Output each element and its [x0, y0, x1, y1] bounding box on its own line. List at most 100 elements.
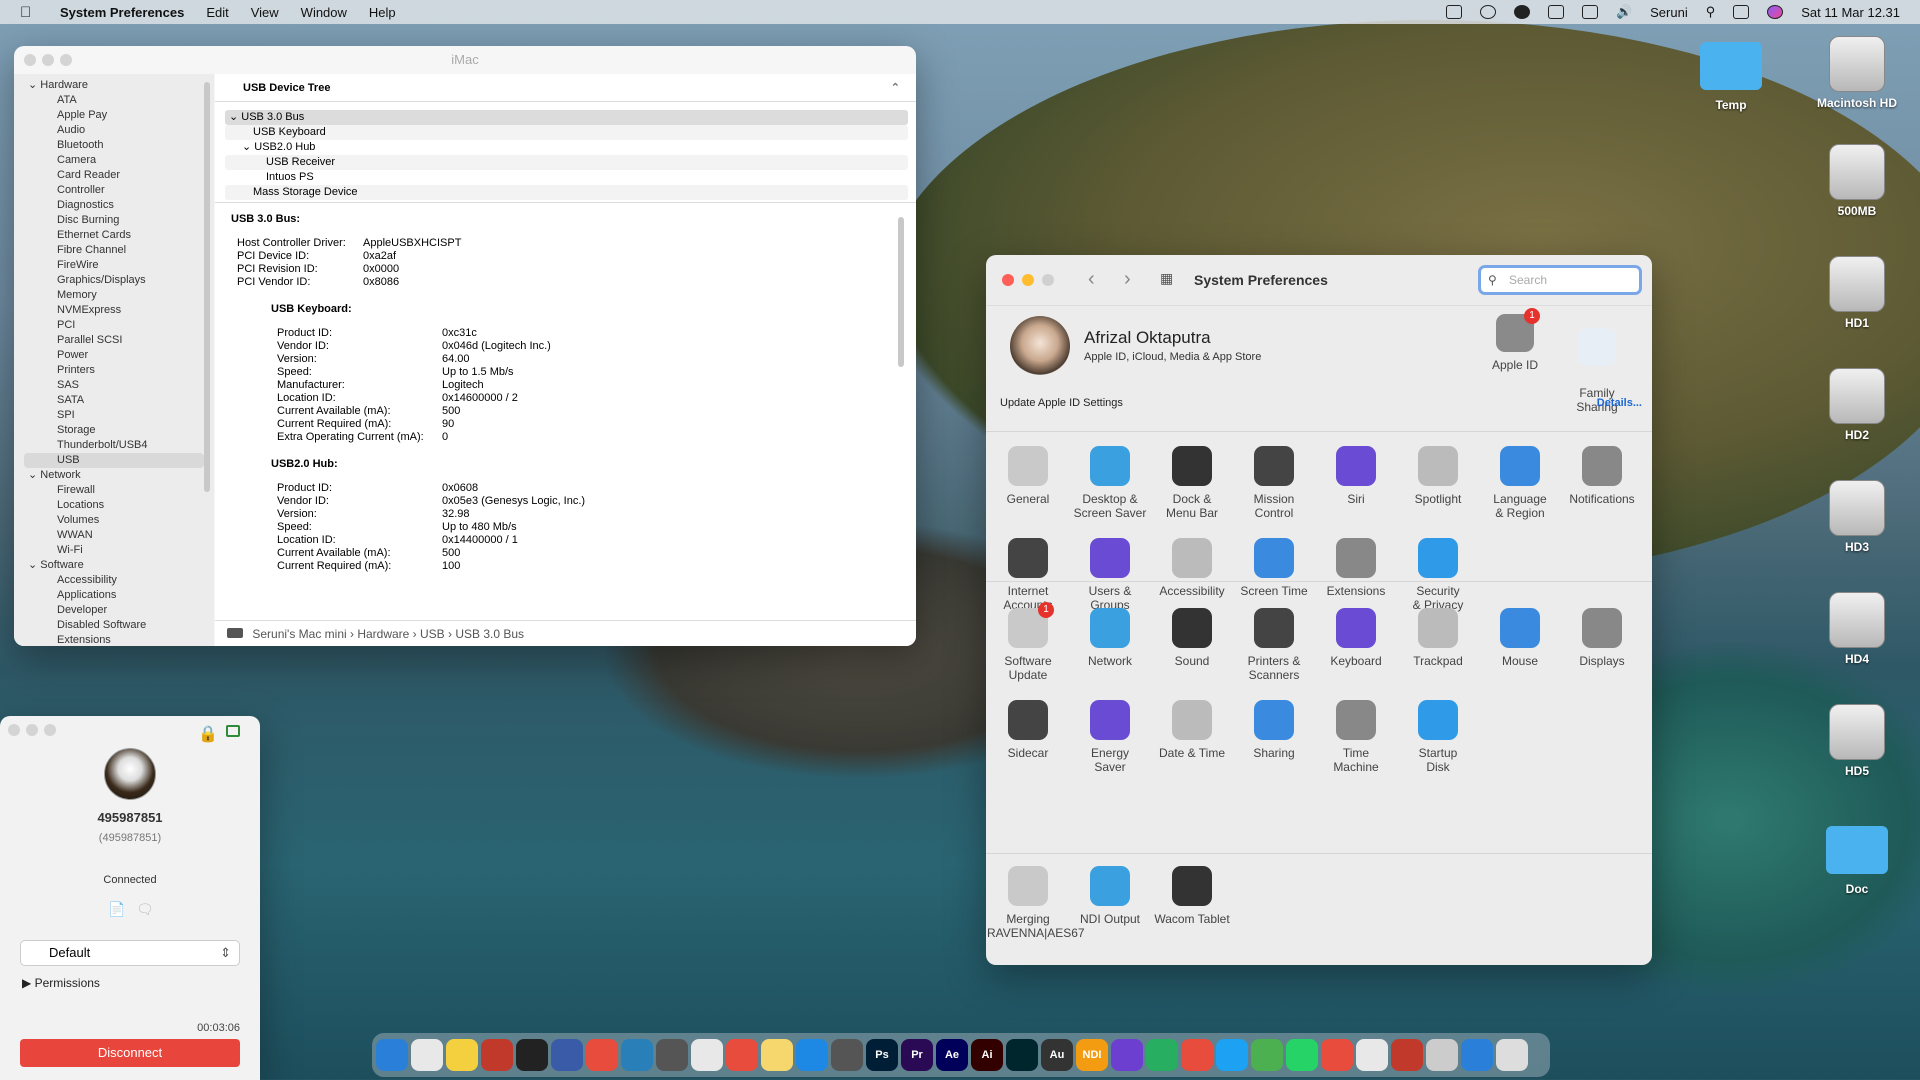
- sidebar-item[interactable]: Extensions: [14, 633, 214, 646]
- disclosure-icon[interactable]: ⌄: [28, 559, 40, 571]
- sidebar-item[interactable]: NVMExpress: [14, 303, 214, 318]
- dock-app-icon[interactable]: [1496, 1039, 1528, 1071]
- pref-pane-item[interactable]: Dock & Menu Bar: [1151, 446, 1233, 520]
- dock-app-icon[interactable]: Pr: [901, 1039, 933, 1071]
- dock-app-icon[interactable]: [376, 1039, 408, 1071]
- details-link[interactable]: Details...: [1597, 397, 1642, 409]
- activity-icon[interactable]: [1581, 5, 1598, 19]
- menu-window[interactable]: Window: [301, 5, 347, 20]
- sidebar-item[interactable]: Applications: [14, 588, 214, 603]
- tree-row[interactable]: Intuos PS: [225, 170, 908, 185]
- dock-app-icon[interactable]: [481, 1039, 513, 1071]
- sidebar-item[interactable]: Volumes: [14, 513, 214, 528]
- back-icon[interactable]: ‹: [1088, 268, 1095, 291]
- pref-pane-item[interactable]: Siri: [1315, 446, 1397, 506]
- sidebar-item[interactable]: ⌄ Hardware: [14, 78, 214, 93]
- dock-app-icon[interactable]: [1286, 1039, 1318, 1071]
- sidebar-item[interactable]: Disabled Software: [14, 618, 214, 633]
- menu-view[interactable]: View: [251, 5, 279, 20]
- screen-icon[interactable]: [226, 725, 240, 737]
- pref-pane-item[interactable]: Mouse: [1479, 608, 1561, 668]
- sidebar-item[interactable]: WWAN: [14, 528, 214, 543]
- desktop-icon-disk[interactable]: HD1: [1802, 256, 1912, 330]
- dock-app-icon[interactable]: [656, 1039, 688, 1071]
- path-text[interactable]: Seruni's Mac mini › Hardware › USB › USB…: [252, 627, 524, 641]
- dock-app-icon[interactable]: [1426, 1039, 1458, 1071]
- sidebar-item[interactable]: Parallel SCSI: [14, 333, 214, 348]
- remote-zoom-button[interactable]: [44, 724, 56, 736]
- pref-pane-item[interactable]: Sidecar: [987, 700, 1069, 760]
- dock-app-icon[interactable]: [621, 1039, 653, 1071]
- menu-help[interactable]: Help: [369, 5, 396, 20]
- pref-pane-item[interactable]: Spotlight: [1397, 446, 1479, 506]
- sidebar-item[interactable]: Accessibility: [14, 573, 214, 588]
- cursor-icon[interactable]: [1547, 5, 1564, 19]
- sidebar-item[interactable]: ⌄ Network: [14, 468, 214, 483]
- dock-app-icon[interactable]: [1356, 1039, 1388, 1071]
- dock-app-icon[interactable]: NDI: [1076, 1039, 1108, 1071]
- sidebar-scrollbar[interactable]: [204, 82, 210, 492]
- sidebar-item[interactable]: Storage: [14, 423, 214, 438]
- dock-app-icon[interactable]: [1006, 1039, 1038, 1071]
- permissions-disclosure[interactable]: ▶ Permissions: [22, 976, 100, 990]
- disclosure-icon[interactable]: ⌄: [28, 79, 40, 91]
- user-name[interactable]: Seruni: [1650, 5, 1688, 20]
- disconnect-button[interactable]: Disconnect: [20, 1039, 240, 1067]
- sidebar-item[interactable]: ATA: [14, 93, 214, 108]
- pref-pane-item[interactable]: General: [987, 446, 1069, 506]
- pref-pane-item[interactable]: Date & Time: [1151, 700, 1233, 760]
- pref-pane-item[interactable]: Displays: [1561, 608, 1643, 668]
- sidebar-item[interactable]: Memory: [14, 288, 214, 303]
- sidebar-item[interactable]: PCI: [14, 318, 214, 333]
- dock-app-icon[interactable]: [761, 1039, 793, 1071]
- dock-app-icon[interactable]: [1321, 1039, 1353, 1071]
- desktop-icon-folder[interactable]: Doc: [1802, 820, 1912, 896]
- apple-id-pane[interactable]: 1 Apple ID: [1474, 308, 1556, 372]
- prefs-minimize-button[interactable]: [1022, 274, 1034, 286]
- dock-app-icon[interactable]: [691, 1039, 723, 1071]
- menu-edit[interactable]: Edit: [206, 5, 228, 20]
- dock-app-icon[interactable]: [1181, 1039, 1213, 1071]
- dock-app-icon[interactable]: [586, 1039, 618, 1071]
- sidebar-item[interactable]: Wi-Fi: [14, 543, 214, 558]
- sidebar-item[interactable]: Locations: [14, 498, 214, 513]
- pref-pane-item[interactable]: Time Machine: [1315, 700, 1397, 774]
- tree-row[interactable]: USB Keyboard: [225, 125, 908, 140]
- lock-icon[interactable]: 🔒: [198, 724, 218, 744]
- disclosure-icon[interactable]: ⌄: [229, 111, 241, 123]
- pref-pane-item[interactable]: Startup Disk: [1397, 700, 1479, 774]
- file-transfer-icon[interactable]: 📄: [108, 901, 125, 918]
- collapse-icon[interactable]: ⌃: [891, 74, 900, 102]
- disclosure-icon[interactable]: ⌄: [242, 141, 254, 153]
- pref-pane-item[interactable]: Trackpad: [1397, 608, 1479, 668]
- siri-icon[interactable]: [1767, 5, 1784, 19]
- sidebar-item[interactable]: Camera: [14, 153, 214, 168]
- desktop-icon-disk[interactable]: HD2: [1802, 368, 1912, 442]
- sidebar-item[interactable]: Ethernet Cards: [14, 228, 214, 243]
- tree-row[interactable]: USB Receiver: [225, 155, 908, 170]
- dock-app-icon[interactable]: [1391, 1039, 1423, 1071]
- dock-app-icon[interactable]: [726, 1039, 758, 1071]
- remote-minimize-button[interactable]: [26, 724, 38, 736]
- apple-menu-icon[interactable]: : [20, 4, 42, 21]
- pref-pane-item[interactable]: Mission Control: [1233, 446, 1315, 520]
- pref-pane-item[interactable]: Wacom Tablet: [1151, 866, 1233, 926]
- sidebar-item[interactable]: SAS: [14, 378, 214, 393]
- dock-app-icon[interactable]: [831, 1039, 863, 1071]
- sidebar-item[interactable]: Graphics/Displays: [14, 273, 214, 288]
- pref-pane-item[interactable]: NDI Output: [1069, 866, 1151, 926]
- pref-pane-item[interactable]: Merging RAVENNA|AES67: [987, 866, 1085, 940]
- user-name[interactable]: Afrizal Oktaputra: [1084, 328, 1211, 348]
- desktop-icon-disk[interactable]: 500MB: [1802, 144, 1912, 218]
- desktop-icon-disk[interactable]: HD3: [1802, 480, 1912, 554]
- prefs-zoom-button[interactable]: [1042, 274, 1054, 286]
- menu-app-name[interactable]: System Preferences: [60, 5, 184, 20]
- pref-pane-item[interactable]: Language & Region: [1479, 446, 1561, 520]
- dock-app-icon[interactable]: Au: [1041, 1039, 1073, 1071]
- pref-pane-item[interactable]: Sharing: [1233, 700, 1315, 760]
- sidebar-item[interactable]: Disc Burning: [14, 213, 214, 228]
- dock-app-icon[interactable]: [1216, 1039, 1248, 1071]
- volume-icon[interactable]: 🔊: [1616, 4, 1632, 20]
- pref-pane-item[interactable]: Printers & Scanners: [1233, 608, 1315, 682]
- detail-scrollbar[interactable]: [898, 217, 904, 367]
